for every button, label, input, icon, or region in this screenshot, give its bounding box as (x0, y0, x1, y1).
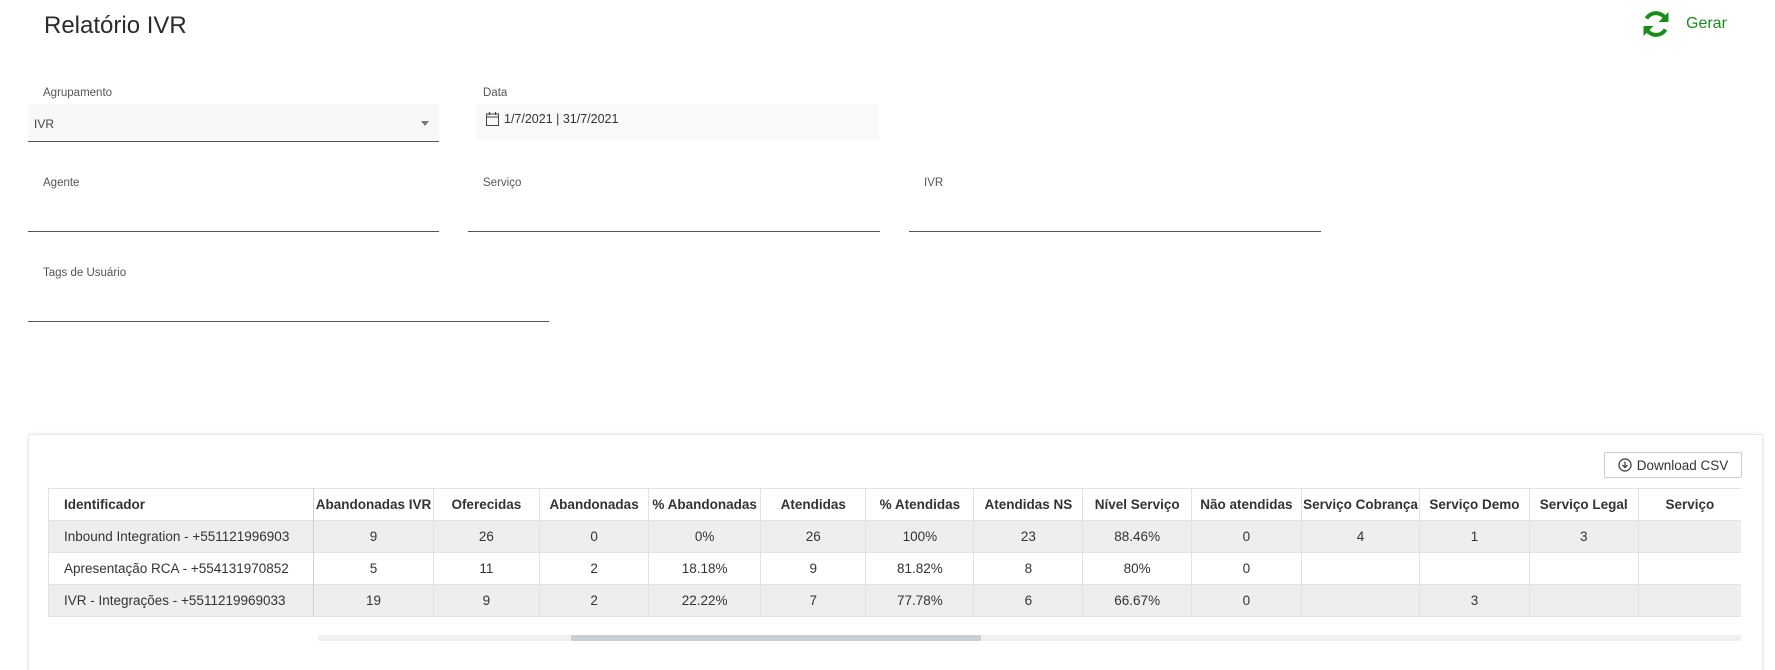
table-cell: 4 (1300, 520, 1420, 553)
column-header[interactable]: Serviço Cobrança (1300, 488, 1420, 521)
calendar-icon (486, 112, 499, 126)
table-cell: 18.18% (648, 552, 761, 585)
table-cell (1419, 552, 1530, 585)
table-cell: 2 (538, 584, 649, 617)
column-header[interactable]: % Abandonadas (648, 488, 761, 521)
agrupamento-label: Agrupamento (43, 87, 113, 99)
column-header[interactable]: Serviço (1637, 488, 1741, 521)
table-cell: 88.46% (1082, 520, 1192, 553)
report-table-container: Identificador Abandonadas IVR Oferecidas Ab… (48, 488, 1741, 618)
table-cell (1637, 584, 1741, 617)
table-cell: 26 (432, 520, 540, 553)
agrupamento-field: Agrupamento IVR (28, 84, 439, 142)
page-title: Relatório IVR (44, 12, 187, 39)
table-cell: 80% (1082, 552, 1192, 585)
column-header[interactable]: Serviço Legal (1528, 488, 1639, 521)
table-cell: 26 (760, 520, 866, 553)
servico-field: Serviço (468, 174, 880, 232)
column-header[interactable]: % Atendidas (865, 488, 974, 521)
table-row: Inbound Integration - +551121996903 9 26 0 0… (48, 520, 1741, 553)
servico-label: Serviço (483, 177, 522, 189)
data-field: Data 1/7/2021 | 31/7/2021 (468, 84, 879, 142)
table-cell: 0 (1190, 584, 1302, 617)
column-header[interactable]: Identificador (48, 488, 315, 521)
scrollbar-thumb[interactable] (571, 635, 981, 641)
servico-input[interactable] (468, 194, 880, 232)
table-cell: 23 (973, 520, 1083, 553)
table-cell: 9 (432, 584, 540, 617)
column-header[interactable]: Abandonadas IVR (313, 488, 434, 521)
table-header-row: Identificador Abandonadas IVR Oferecidas Ab… (48, 488, 1741, 521)
table-cell (1300, 552, 1420, 585)
table-cell: 1 (1419, 520, 1530, 553)
column-header[interactable]: Não atendidas (1190, 488, 1302, 521)
agente-field: Agente (28, 174, 439, 232)
table-cell: 0 (1190, 552, 1302, 585)
table-cell: 9 (760, 552, 866, 585)
date-range-value: 1/7/2021 | 31/7/2021 (504, 112, 619, 126)
table-cell: 3 (1419, 584, 1530, 617)
table-cell: 6 (973, 584, 1083, 617)
agrupamento-value: IVR (34, 117, 55, 131)
download-csv-label: Download CSV (1636, 457, 1729, 473)
tags-field: Tags de Usuário (28, 264, 549, 322)
table-cell: 5 (313, 552, 434, 585)
column-header[interactable]: Abandonadas (538, 488, 649, 521)
table-cell: 0 (1190, 520, 1302, 553)
column-header[interactable]: Oferecidas (432, 488, 540, 521)
data-label: Data (483, 87, 508, 99)
table-cell: 8 (973, 552, 1083, 585)
ivr-input[interactable] (909, 194, 1321, 232)
download-icon (1618, 458, 1632, 472)
column-header[interactable]: Nível Serviço (1082, 488, 1192, 521)
generate-label: Gerar (1686, 15, 1727, 32)
ivr-label: IVR (924, 177, 944, 189)
column-header[interactable]: Atendidas NS (973, 488, 1083, 521)
table-cell: 9 (313, 520, 434, 553)
row-identifier: Apresentação RCA - +554131970852 (48, 552, 315, 585)
download-csv-button[interactable]: Download CSV (1604, 452, 1742, 478)
tags-input[interactable] (28, 284, 549, 322)
table-cell: 2 (538, 552, 649, 585)
table-cell: 22.22% (648, 584, 761, 617)
table-cell: 0 (538, 520, 649, 553)
table-cell (1528, 552, 1639, 585)
agente-input[interactable] (28, 194, 439, 232)
row-identifier: IVR - Integrações - +5511219969033 (48, 584, 315, 617)
table-cell: 0% (648, 520, 761, 553)
table-cell (1637, 552, 1741, 585)
table-row: Apresentação RCA - +554131970852 5 11 2 18.1… (48, 552, 1741, 585)
table-cell (1528, 584, 1639, 617)
ivr-field: IVR (909, 174, 1321, 232)
table-cell: 81.82% (865, 552, 974, 585)
table-cell: 7 (760, 584, 866, 617)
table-cell: 3 (1528, 520, 1639, 553)
table-cell (1637, 520, 1741, 553)
refresh-icon (1643, 11, 1669, 37)
table-cell: 100% (865, 520, 974, 553)
row-identifier: Inbound Integration - +551121996903 (48, 520, 315, 553)
report-table: Identificador Abandonadas IVR Oferecidas Ab… (48, 488, 1741, 617)
table-cell: 66.67% (1082, 584, 1192, 617)
agente-label: Agente (43, 177, 80, 189)
column-header[interactable]: Atendidas (760, 488, 866, 521)
horizontal-scrollbar[interactable] (318, 635, 1741, 641)
generate-button[interactable]: Gerar (1640, 6, 1727, 42)
table-row: IVR - Integrações - +5511219969033 19 9 2 22… (48, 584, 1741, 617)
table-cell (1300, 584, 1420, 617)
table-cell: 77.78% (865, 584, 974, 617)
agrupamento-select[interactable]: IVR (28, 104, 439, 142)
column-header[interactable]: Serviço Demo (1419, 488, 1530, 521)
date-range-input[interactable]: 1/7/2021 | 31/7/2021 (476, 104, 879, 140)
table-cell: 11 (432, 552, 540, 585)
tags-label: Tags de Usuário (43, 267, 127, 279)
table-cell: 19 (313, 584, 434, 617)
chevron-down-icon (421, 121, 429, 126)
